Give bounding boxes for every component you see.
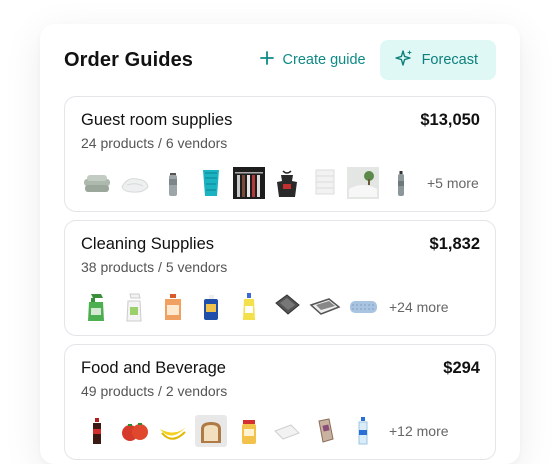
guide-total: $294 <box>443 359 480 377</box>
product-thumbnails: +24 more <box>81 291 449 323</box>
plus-icon <box>259 50 275 70</box>
sparkle-icon <box>394 48 414 72</box>
trigger-spray-icon <box>119 291 151 323</box>
dish-rack-icon <box>309 291 341 323</box>
cups-icon <box>309 415 341 447</box>
create-guide-label: Create guide <box>282 52 366 68</box>
floor-mat-icon <box>271 291 303 323</box>
jar-icon <box>233 415 265 447</box>
napkins-icon <box>271 415 303 447</box>
more-products-count[interactable]: +12 more <box>389 423 449 439</box>
cleaner-jug-icon <box>157 291 189 323</box>
folded-towels-icon <box>81 167 113 199</box>
more-products-count[interactable]: +5 more <box>427 175 479 191</box>
guide-total: $13,050 <box>420 111 480 129</box>
bananas-icon <box>157 415 189 447</box>
bread-icon <box>195 415 227 447</box>
spray-canister-icon <box>157 167 189 199</box>
forecast-button[interactable]: Forecast <box>379 40 496 80</box>
guide-card-guest-room-supplies[interactable]: Guest room supplies $13,050 24 products … <box>64 96 496 212</box>
product-thumbnails: +5 more <box>81 167 479 199</box>
tomatoes-icon <box>119 415 151 447</box>
product-thumbnails: +12 more <box>81 415 449 447</box>
create-guide-button[interactable]: Create guide <box>259 40 380 80</box>
yellow-bottle-icon <box>233 291 265 323</box>
spray-bottle-icon <box>385 167 417 199</box>
glass-icon <box>195 167 227 199</box>
white-towel-icon <box>119 167 151 199</box>
guide-name: Food and Beverage <box>81 359 226 377</box>
guide-meta: 49 products / 2 vendors <box>81 383 228 399</box>
guide-name: Cleaning Supplies <box>81 235 215 253</box>
water-bottle-icon <box>347 415 379 447</box>
panel-header: Order Guides Create guide Forecast <box>64 40 496 80</box>
plant-pillow-icon <box>347 167 379 199</box>
apron-icon <box>271 167 303 199</box>
guide-meta: 38 products / 5 vendors <box>81 259 228 275</box>
forecast-label: Forecast <box>421 52 478 68</box>
blue-bottle-icon <box>195 291 227 323</box>
guide-card-cleaning-supplies[interactable]: Cleaning Supplies $1,832 38 products / 5… <box>64 220 496 336</box>
more-products-count[interactable]: +24 more <box>389 299 449 315</box>
mop-head-icon <box>347 291 379 323</box>
cola-bottle-icon <box>81 415 113 447</box>
guide-meta: 24 products / 6 vendors <box>81 135 228 151</box>
guide-name: Guest room supplies <box>81 111 233 129</box>
guide-card-food-and-beverage[interactable]: Food and Beverage $294 49 products / 2 v… <box>64 344 496 460</box>
green-spray-bottle-icon <box>81 291 113 323</box>
towel-stack-icon <box>309 167 341 199</box>
page-title: Order Guides <box>64 48 194 71</box>
hangers-icon <box>233 167 265 199</box>
guide-total: $1,832 <box>429 235 480 253</box>
